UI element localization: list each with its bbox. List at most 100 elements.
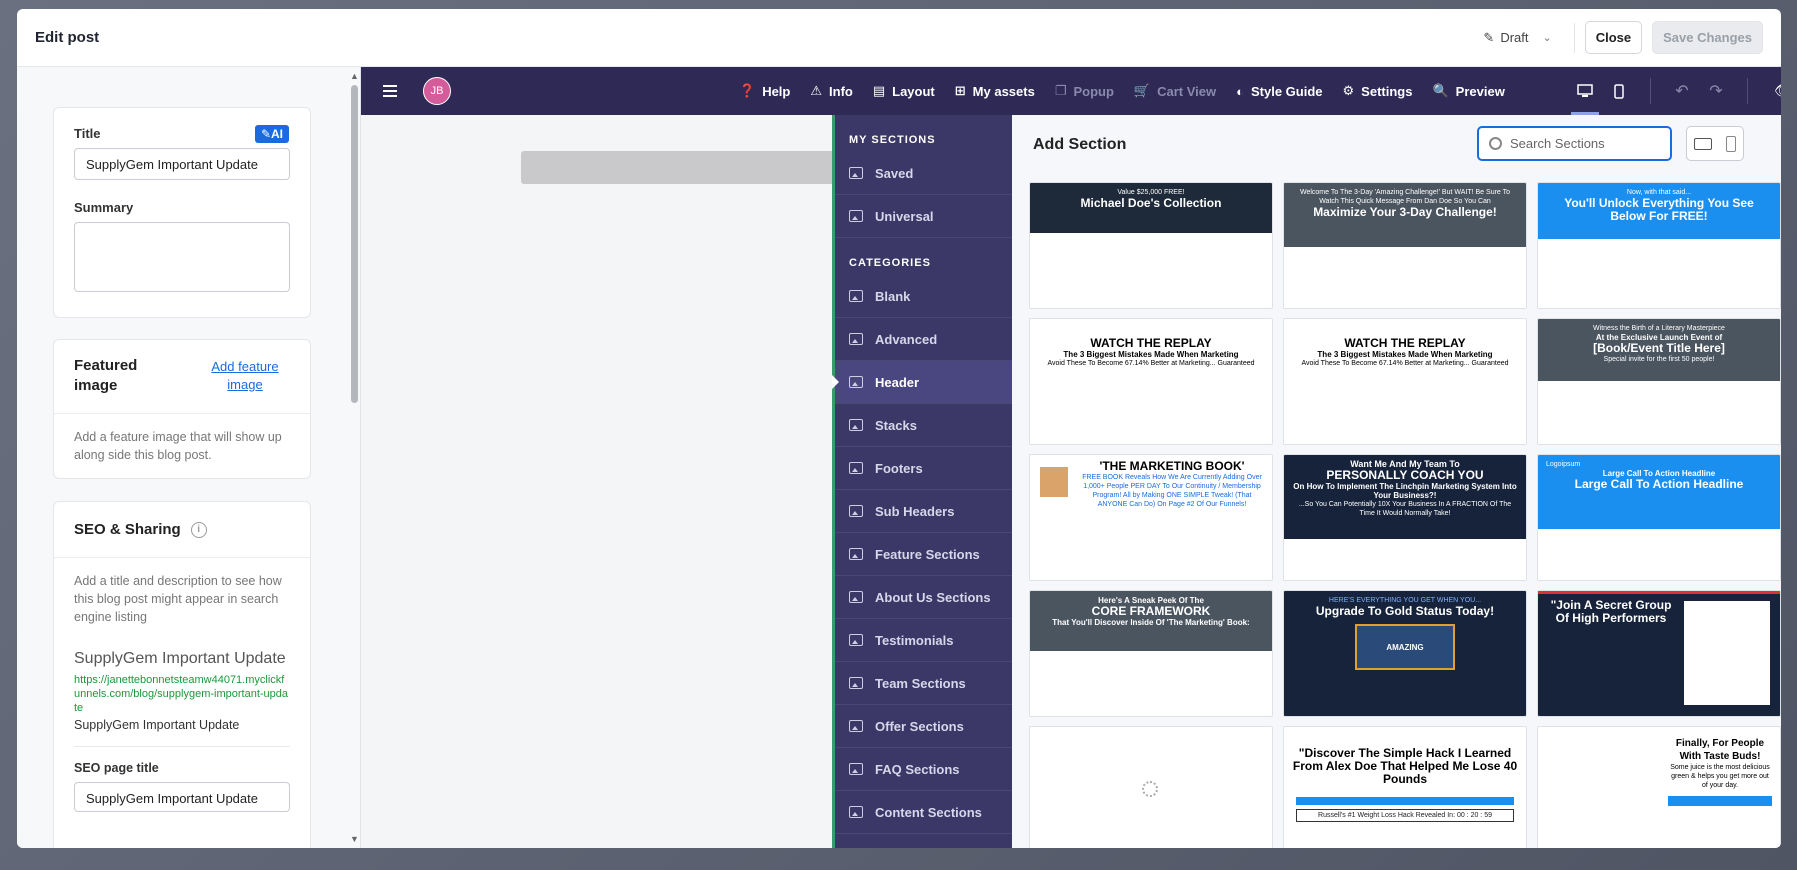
seo-preview-description: SupplyGem Important Update xyxy=(74,718,290,747)
nav-item-universal[interactable]: Universal xyxy=(835,195,1012,238)
image-icon xyxy=(849,376,863,388)
universal-icon xyxy=(849,210,863,222)
modal-header: Edit post ✎ Draft ⌄ Close Save Changes xyxy=(17,9,1781,67)
featured-image-card: Featured image Add feature image Add a f… xyxy=(53,339,311,479)
redo-icon[interactable]: ↷ xyxy=(1699,81,1733,101)
post-settings-panel: Title ✎AI SupplyGem Important Update Sum… xyxy=(17,67,361,848)
avatar[interactable]: JB xyxy=(423,77,451,105)
section-template[interactable]: Want Me And My Team To PERSONALLY COACH Y… xyxy=(1283,454,1527,581)
info-icon[interactable]: i xyxy=(190,521,207,538)
layout-button[interactable]: ▤ Layout xyxy=(873,83,935,99)
cart-icon: 🛒 xyxy=(1133,83,1151,98)
divider xyxy=(1650,78,1651,104)
preview-size-toggle[interactable] xyxy=(1686,126,1744,161)
cta-button xyxy=(1668,796,1772,806)
nav-item-offer-sections[interactable]: Offer Sections xyxy=(835,705,1012,748)
title-card: Title ✎AI SupplyGem Important Update Sum… xyxy=(53,107,311,318)
section-template[interactable]: "Join A Secret Group Of High Performers xyxy=(1537,590,1781,717)
nav-item-header[interactable]: Header xyxy=(832,361,1012,404)
status-label: Draft xyxy=(1500,30,1529,45)
image-icon xyxy=(849,290,863,302)
section-template[interactable]: Finally, For People With Taste Buds! Some… xyxy=(1537,726,1781,848)
image-icon xyxy=(849,333,863,345)
section-template[interactable]: WATCH THE REPLAY The 3 Biggest Mistakes M… xyxy=(1283,318,1527,445)
seo-description: Add a title and description to see how t… xyxy=(74,574,282,624)
editor-toolbar: JB ❓ Help ⚠ Info ▤ Layout ⊞ My assets ❐ Popup… xyxy=(361,67,1781,115)
nav-item-feature-sections[interactable]: Feature Sections xyxy=(835,533,1012,576)
image-icon xyxy=(849,419,863,431)
summary-textarea[interactable] xyxy=(74,222,290,292)
nav-item-testimonials[interactable]: Testimonials xyxy=(835,619,1012,662)
image-icon xyxy=(849,462,863,474)
loading-spinner-icon xyxy=(1142,781,1158,797)
section-template[interactable]: HERE'S EVERYTHING YOU GET WHEN YOU... Upg… xyxy=(1283,590,1527,717)
image-icon xyxy=(849,763,863,775)
nav-item-content-sections[interactable]: Content Sections xyxy=(835,791,1012,834)
nav-item-faq-sections[interactable]: FAQ Sections xyxy=(835,748,1012,791)
section-template[interactable]: Here's A Sneak Peek Of The CORE FRAMEWORK… xyxy=(1029,590,1273,717)
close-button[interactable]: Close xyxy=(1584,21,1643,54)
section-template[interactable] xyxy=(1029,726,1273,848)
gear-icon: ⚙ xyxy=(1342,83,1355,98)
draft-icon: ✎ xyxy=(1483,29,1495,45)
my-assets-button[interactable]: ⊞ My assets xyxy=(955,83,1035,99)
help-button[interactable]: ❓ Help xyxy=(739,83,790,99)
search-icon: 🔍 xyxy=(1432,83,1449,98)
desktop-preview-icon[interactable] xyxy=(1694,137,1712,150)
form-preview xyxy=(1684,601,1770,705)
panel-scrollbar[interactable]: ▲ ▼ xyxy=(349,67,359,848)
nav-item-team-sections[interactable]: Team Sections xyxy=(835,662,1012,705)
save-changes-button[interactable]: Save Changes xyxy=(1652,21,1763,54)
nav-item-stacks[interactable]: Stacks xyxy=(835,404,1012,447)
desktop-view-icon[interactable] xyxy=(1568,67,1602,115)
cart-view-button[interactable]: 🛒 Cart View xyxy=(1134,83,1216,99)
nav-item-advanced[interactable]: Advanced xyxy=(835,318,1012,361)
section-template[interactable]: 'THE MARKETING BOOK' FREE BOOK Reveals Ho… xyxy=(1029,454,1273,581)
search-sections-input[interactable]: Search Sections xyxy=(1477,126,1672,161)
assets-icon: ⊞ xyxy=(954,83,966,98)
scroll-thumb[interactable] xyxy=(351,85,358,403)
save-icon xyxy=(849,167,863,179)
section-template[interactable]: WATCH THE REPLAY The 3 Biggest Mistakes M… xyxy=(1029,318,1273,445)
scroll-down-icon[interactable]: ▼ xyxy=(350,834,359,844)
nav-item-blank[interactable]: Blank xyxy=(835,275,1012,318)
settings-button[interactable]: ⚙ Settings xyxy=(1343,83,1413,99)
title-input[interactable]: SupplyGem Important Update xyxy=(74,148,290,180)
popup-button[interactable]: ❐ Popup xyxy=(1055,83,1114,99)
book-image xyxy=(1040,467,1068,497)
nav-item-footers[interactable]: Footers xyxy=(835,447,1012,490)
seo-page-title-input[interactable]: SupplyGem Important Update xyxy=(74,782,290,812)
add-section-panel: Add Section Search Sections Value $25,00… xyxy=(1012,115,1781,848)
nav-item-sub-headers[interactable]: Sub Headers xyxy=(835,490,1012,533)
add-feature-image-link[interactable]: Add feature image xyxy=(200,358,290,397)
section-template[interactable]: Logoipsum Large Call To Action Headline La… xyxy=(1537,454,1781,581)
ai-button[interactable]: ✎AI xyxy=(254,125,289,143)
eye-icon[interactable]: 👁 xyxy=(1774,81,1781,101)
seo-title: SEO & Sharing xyxy=(74,521,181,538)
undo-icon[interactable]: ↶ xyxy=(1665,81,1699,101)
image-icon xyxy=(849,677,863,689)
popup-icon: ❐ xyxy=(1054,83,1067,98)
section-template[interactable]: Value $25,000 FREE! Michael Doe's Collect… xyxy=(1029,182,1273,309)
mobile-view-icon[interactable] xyxy=(1602,67,1636,115)
section-template[interactable]: Now, with that said... You'll Unlock Ever… xyxy=(1537,182,1781,309)
mobile-preview-icon[interactable] xyxy=(1726,135,1736,152)
divider xyxy=(1573,22,1575,53)
seo-page-title-label: SEO page title xyxy=(74,761,159,775)
menu-icon[interactable] xyxy=(383,82,397,100)
add-section-title: Add Section xyxy=(1033,136,1127,153)
nav-item-saved[interactable]: Saved xyxy=(835,152,1012,195)
layout-icon: ▤ xyxy=(872,83,886,98)
section-template[interactable]: Welcome To The 3-Day 'Amazing Challenge!… xyxy=(1283,182,1527,309)
style-guide-button[interactable]: ◐ Style Guide xyxy=(1236,84,1322,99)
nav-item-about-us-sections[interactable]: About Us Sections xyxy=(835,576,1012,619)
featured-image-description: Add a feature image that will show up al… xyxy=(74,430,282,462)
countdown-timer: Russell's #1 Weight Loss Hack Revealed I… xyxy=(1296,809,1514,822)
divider xyxy=(1747,78,1748,104)
section-template[interactable]: Witness the Birth of a Literary Masterpi… xyxy=(1537,318,1781,445)
status-dropdown[interactable]: ✎ Draft ⌄ xyxy=(1475,26,1559,50)
info-button[interactable]: ⚠ Info xyxy=(810,83,852,99)
preview-button[interactable]: 🔍 Preview xyxy=(1432,83,1504,99)
section-template[interactable]: "Discover The Simple Hack I Learned From… xyxy=(1283,726,1527,848)
scroll-up-icon[interactable]: ▲ xyxy=(350,71,359,81)
